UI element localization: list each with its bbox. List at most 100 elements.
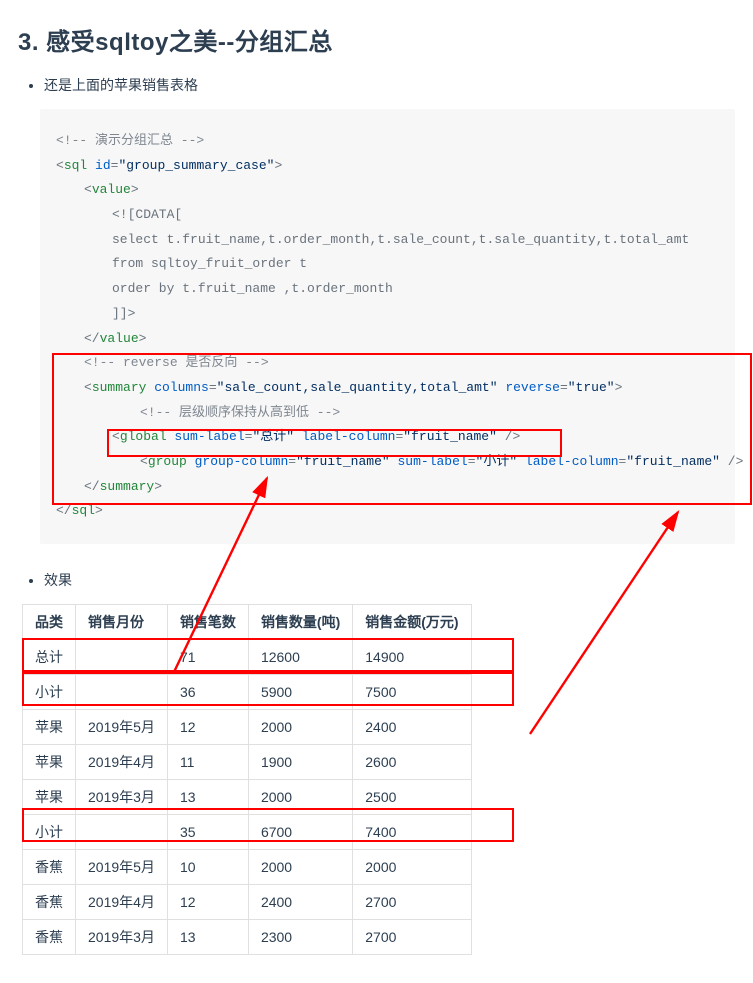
table-cell: 苹果 xyxy=(23,780,76,815)
t: <![CDATA[ xyxy=(112,207,182,222)
t: sum-label xyxy=(390,454,468,469)
t: "总计" xyxy=(252,429,294,444)
t: ]]> xyxy=(112,306,135,321)
table-cell: 71 xyxy=(167,640,248,675)
table-cell: 2019年4月 xyxy=(76,745,168,780)
t: "小计" xyxy=(476,454,518,469)
t: order by t.fruit_name ,t.order_month xyxy=(112,281,393,296)
bullet-intro: 还是上面的苹果销售表格 xyxy=(44,75,735,95)
table-cell: 2400 xyxy=(353,710,471,745)
col-header: 销售数量(吨) xyxy=(248,605,352,640)
table-cell: 2000 xyxy=(248,850,352,885)
t: label-column xyxy=(517,454,618,469)
table-row: 香蕉2019年5月1020002000 xyxy=(23,850,472,885)
table-cell: 2700 xyxy=(353,920,471,955)
t: id xyxy=(87,158,110,173)
table-cell: 2019年5月 xyxy=(76,850,168,885)
t: from sqltoy_fruit_order t xyxy=(112,256,307,271)
table-cell: 7500 xyxy=(353,675,471,710)
t: </ xyxy=(56,503,72,518)
table-row: 小计 3567007400 xyxy=(23,815,472,850)
table-cell: 12 xyxy=(167,710,248,745)
table-cell: 36 xyxy=(167,675,248,710)
bullet-result: 效果 xyxy=(44,570,735,590)
table-cell: 7400 xyxy=(353,815,471,850)
col-header: 销售金额(万元) xyxy=(353,605,471,640)
table-row: 苹果2019年5月1220002400 xyxy=(23,710,472,745)
result-table-wrap: 品类 销售月份 销售笔数 销售数量(吨) 销售金额(万元) 总计71126001… xyxy=(22,604,735,955)
table-cell: 总计 xyxy=(23,640,76,675)
table-cell: 小计 xyxy=(23,815,76,850)
t: label-column xyxy=(294,429,395,444)
table-cell: 香蕉 xyxy=(23,920,76,955)
t: "group_summary_case" xyxy=(118,158,274,173)
t: = xyxy=(209,380,217,395)
table-cell: 香蕉 xyxy=(23,850,76,885)
t: > xyxy=(131,182,139,197)
table-cell: 2500 xyxy=(353,780,471,815)
t: value xyxy=(92,182,131,197)
t: <!-- reverse 是否反向 --> xyxy=(84,355,269,370)
t: < xyxy=(84,380,92,395)
t: = xyxy=(288,454,296,469)
t: "fruit_name" xyxy=(626,454,720,469)
table-row: 香蕉2019年3月1323002700 xyxy=(23,920,472,955)
t: value xyxy=(100,331,139,346)
table-cell: 5900 xyxy=(248,675,352,710)
table-cell xyxy=(76,815,168,850)
col-header: 销售月份 xyxy=(76,605,168,640)
table-cell: 13 xyxy=(167,780,248,815)
t: = xyxy=(560,380,568,395)
table-cell: 2700 xyxy=(353,885,471,920)
table-cell: 11 xyxy=(167,745,248,780)
t: /> xyxy=(497,429,520,444)
col-header: 品类 xyxy=(23,605,76,640)
table-cell: 苹果 xyxy=(23,745,76,780)
col-header: 销售笔数 xyxy=(167,605,248,640)
t: < xyxy=(140,454,148,469)
table-row: 苹果2019年4月1119002600 xyxy=(23,745,472,780)
t: select t.fruit_name,t.order_month,t.sale… xyxy=(112,232,689,247)
table-cell: 2019年3月 xyxy=(76,920,168,955)
t: /> xyxy=(720,454,743,469)
table-cell: 2019年5月 xyxy=(76,710,168,745)
t: columns xyxy=(146,380,208,395)
table-cell: 小计 xyxy=(23,675,76,710)
t: > xyxy=(154,479,162,494)
table-cell: 2000 xyxy=(248,780,352,815)
t: </ xyxy=(84,331,100,346)
t: < xyxy=(56,158,64,173)
t: sum-label xyxy=(167,429,245,444)
table-cell: 2400 xyxy=(248,885,352,920)
table-row: 小计 3659007500 xyxy=(23,675,472,710)
code-line: <sql id="group_summary_case"> xyxy=(56,158,282,173)
table-cell: 6700 xyxy=(248,815,352,850)
table-cell: 香蕉 xyxy=(23,885,76,920)
table-row: 总计711260014900 xyxy=(23,640,472,675)
t: "fruit_name" xyxy=(296,454,390,469)
t: > xyxy=(139,331,147,346)
table-cell: 35 xyxy=(167,815,248,850)
t: < xyxy=(112,429,120,444)
t: > xyxy=(274,158,282,173)
table-cell: 2019年3月 xyxy=(76,780,168,815)
t: reverse xyxy=(498,380,560,395)
table-cell: 13 xyxy=(167,920,248,955)
table-cell xyxy=(76,675,168,710)
table-row: 香蕉2019年4月1224002700 xyxy=(23,885,472,920)
table-cell: 12 xyxy=(167,885,248,920)
t: "sale_count,sale_quantity,total_amt" xyxy=(217,380,498,395)
table-cell: 2019年4月 xyxy=(76,885,168,920)
t: sql xyxy=(72,503,95,518)
t: "fruit_name" xyxy=(403,429,497,444)
t: = xyxy=(468,454,476,469)
t: sql xyxy=(64,158,87,173)
t: group-column xyxy=(187,454,288,469)
table-cell: 1900 xyxy=(248,745,352,780)
table-row: 苹果2019年3月1320002500 xyxy=(23,780,472,815)
result-table: 品类 销售月份 销售笔数 销售数量(吨) 销售金额(万元) 总计71126001… xyxy=(22,604,472,955)
t: summary xyxy=(100,479,155,494)
t: summary xyxy=(92,380,147,395)
table-cell: 2600 xyxy=(353,745,471,780)
table-cell: 12600 xyxy=(248,640,352,675)
